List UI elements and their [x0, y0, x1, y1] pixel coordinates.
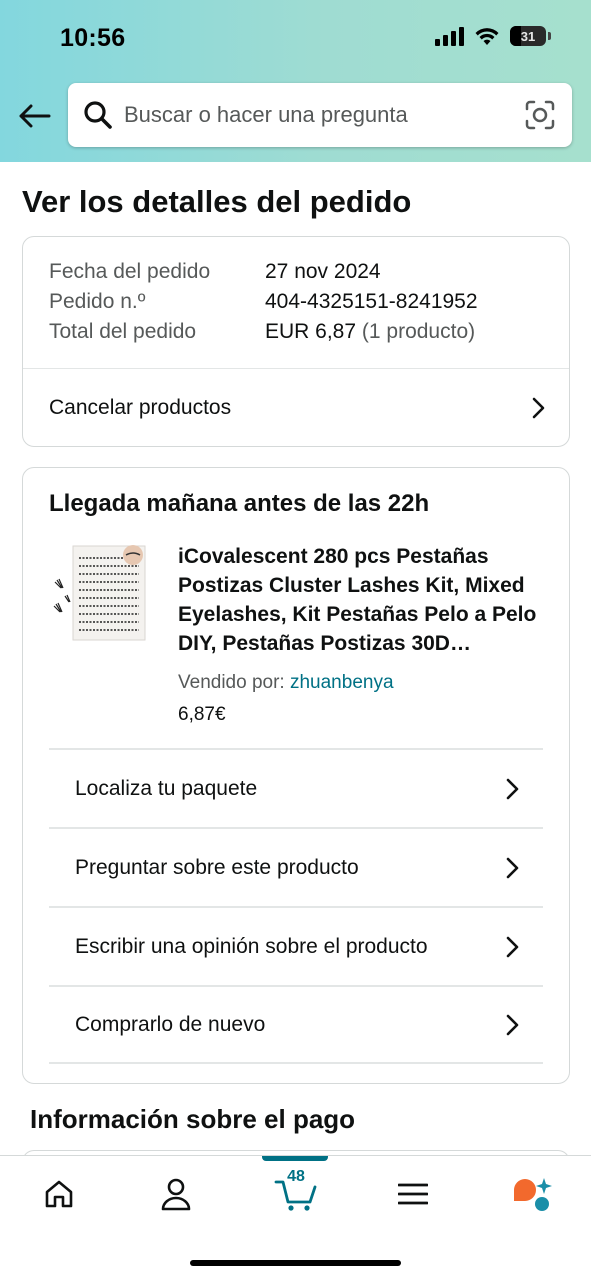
- order-total-row: Total del pedido EUR 6,87 (1 producto): [49, 317, 478, 347]
- home-icon: [45, 1180, 73, 1208]
- action-label: Escribir una opinión sobre el producto: [75, 934, 428, 958]
- cancel-items-label: Cancelar productos: [49, 396, 232, 419]
- search-icon: [82, 99, 114, 131]
- write-review-link[interactable]: Escribir una opinión sobre el producto: [49, 906, 543, 985]
- order-info: Fecha del pedido 27 nov 2024 Pedido n.º …: [49, 257, 478, 347]
- arrival-heading: Llegada mañana antes de las 22h: [49, 490, 430, 517]
- product-image[interactable]: [51, 542, 151, 646]
- action-label: Comprarlo de nuevo: [75, 1012, 266, 1036]
- arrow-left-icon: [19, 104, 51, 128]
- seller-info: Vendido por: zhuanbenya: [178, 672, 394, 694]
- track-package-link[interactable]: Localiza tu paquete: [49, 748, 543, 827]
- chevron-right-icon: [501, 1014, 523, 1036]
- action-label: Preguntar sobre este producto: [75, 855, 359, 879]
- payment-info-heading: Información sobre el pago: [30, 1104, 356, 1134]
- order-total-amount: EUR 6,87: [265, 320, 357, 343]
- shipment-actions: Localiza tu paquete Preguntar sobre este…: [49, 748, 543, 1064]
- order-total-label: Total del pedido: [49, 320, 197, 343]
- chevron-right-icon: [501, 857, 523, 879]
- order-item-count: (1 producto): [361, 320, 476, 343]
- search-input[interactable]: [124, 102, 522, 128]
- battery-nub: [548, 32, 551, 40]
- shipment-card: Llegada mañana antes de las 22h iCovales…: [22, 467, 570, 1084]
- product-title[interactable]: iCovalescent 280 pcs Pestañas Postizas C…: [178, 542, 548, 658]
- tab-home[interactable]: [29, 1172, 89, 1216]
- order-date-row: Fecha del pedido 27 nov 2024: [49, 257, 478, 287]
- cellular-signal-icon: [435, 26, 464, 46]
- seller-link[interactable]: zhuanbenya: [290, 672, 394, 693]
- order-number-value: 404-4325151-8241952: [265, 290, 478, 313]
- product-price: 6,87€: [178, 704, 226, 725]
- rufus-icon: [514, 1178, 552, 1211]
- home-indicator[interactable]: [190, 1260, 401, 1266]
- order-date-value: 27 nov 2024: [265, 260, 381, 283]
- order-summary-card: Fecha del pedido 27 nov 2024 Pedido n.º …: [22, 236, 570, 447]
- search-bar[interactable]: [68, 83, 572, 147]
- tab-menu[interactable]: [383, 1172, 443, 1216]
- chevron-right-icon: [501, 778, 523, 800]
- tab-cart[interactable]: 48: [265, 1168, 327, 1216]
- action-label: Localiza tu paquete: [75, 776, 258, 800]
- ask-product-question-link[interactable]: Preguntar sobre este producto: [49, 827, 543, 906]
- header: 10:56 31: [0, 0, 591, 162]
- status-time: 10:56: [60, 24, 126, 52]
- wifi-icon: [475, 28, 499, 45]
- page-title: Ver los detalles del pedido: [22, 184, 412, 219]
- tab-rufus[interactable]: [502, 1172, 562, 1216]
- buy-again-link[interactable]: Comprarlo de nuevo: [49, 985, 543, 1064]
- cancel-items-link[interactable]: Cancelar productos: [49, 369, 549, 447]
- order-number-row: Pedido n.º 404-4325151-8241952: [49, 287, 478, 317]
- order-total-value: EUR 6,87 (1 producto): [265, 317, 475, 347]
- chevron-right-icon: [501, 936, 523, 958]
- camera-scan-icon[interactable]: [522, 97, 558, 133]
- order-number-label: Pedido n.º: [49, 290, 146, 313]
- menu-icon: [398, 1183, 428, 1205]
- cart-count-badge: 48: [287, 1168, 305, 1185]
- seller-label: Vendido por:: [178, 672, 285, 693]
- order-date-label: Fecha del pedido: [49, 260, 211, 283]
- battery-level: 31: [520, 28, 536, 44]
- active-tab-indicator: [262, 1156, 328, 1161]
- tab-account[interactable]: [146, 1172, 206, 1216]
- chevron-right-icon: [527, 397, 549, 419]
- user-icon: [161, 1178, 191, 1211]
- back-button[interactable]: [14, 98, 54, 134]
- status-icons: 31: [435, 26, 551, 46]
- battery-icon: 31: [510, 26, 546, 46]
